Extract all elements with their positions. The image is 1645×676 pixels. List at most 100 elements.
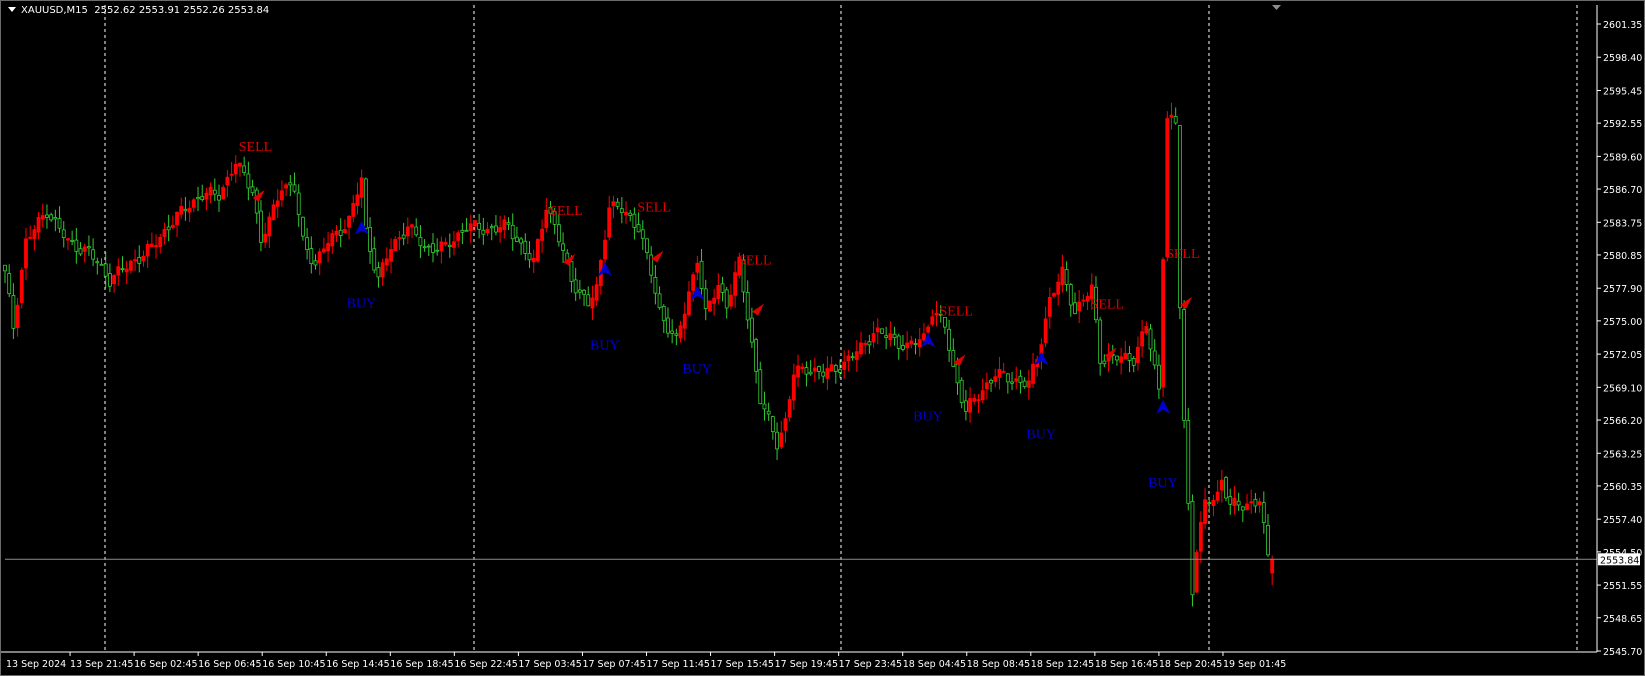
bear-candle xyxy=(573,279,578,294)
bear-candle xyxy=(515,236,519,243)
bull-candle xyxy=(154,245,158,248)
bear-candle xyxy=(296,192,301,216)
bear-candle xyxy=(510,224,515,240)
bull-candle xyxy=(1052,293,1056,297)
bull-candle xyxy=(191,199,196,208)
dropdown-triangle-icon[interactable] xyxy=(8,7,16,12)
bear-candle xyxy=(850,356,855,359)
bear-candle xyxy=(301,216,305,237)
bull-candle xyxy=(1077,301,1082,312)
price-tick-label: 2583.75 xyxy=(1603,218,1642,229)
bull-candle xyxy=(443,242,448,245)
buy-label: BUY xyxy=(1026,427,1056,442)
bear-candle xyxy=(817,366,821,372)
bull-candle xyxy=(922,333,926,341)
bear-candle xyxy=(99,263,104,266)
bull-candle xyxy=(1136,346,1140,363)
price-tick-label: 2595.45 xyxy=(1603,86,1642,97)
time-tick-label: 16 Sep 14:45 xyxy=(326,659,389,670)
price-tick-label: 2577.90 xyxy=(1603,284,1642,295)
bull-candle xyxy=(502,219,507,231)
bear-candle xyxy=(1073,302,1077,314)
bear-candle xyxy=(292,184,297,192)
bull-candle xyxy=(439,241,444,252)
bear-candle xyxy=(666,317,670,334)
bull-candle xyxy=(980,390,985,401)
bear-candle xyxy=(1236,500,1241,506)
chart-shift-marker-icon[interactable] xyxy=(1272,5,1281,10)
bear-candle xyxy=(645,238,649,253)
bear-candle xyxy=(838,369,842,373)
bear-candle xyxy=(523,240,528,254)
bear-candle xyxy=(363,178,368,229)
price-tick-label: 2572.05 xyxy=(1603,350,1642,361)
bear-candle xyxy=(896,335,901,349)
bear-candle xyxy=(582,289,586,295)
bull-candle xyxy=(791,374,796,401)
bear-candle xyxy=(1157,364,1161,390)
time-tick-label: 17 Sep 07:45 xyxy=(582,659,645,670)
bear-candle xyxy=(108,273,112,287)
bear-candle xyxy=(426,245,431,248)
bull-candle xyxy=(393,239,398,251)
bull-candle xyxy=(175,211,179,226)
bear-candle xyxy=(661,305,666,322)
price-tick-label: 2548.65 xyxy=(1603,614,1642,625)
time-tick-label: 17 Sep 23:45 xyxy=(839,659,902,670)
bull-candle xyxy=(149,243,154,247)
bear-candle xyxy=(556,224,561,243)
bull-candle xyxy=(1194,552,1199,593)
bull-candle xyxy=(1232,497,1237,506)
bull-candle xyxy=(1043,318,1048,343)
bull-candle xyxy=(930,316,935,325)
bear-candle xyxy=(867,341,872,346)
bear-candle xyxy=(963,400,968,412)
bull-candle xyxy=(124,268,129,273)
bull-candle xyxy=(1026,380,1031,388)
bull-candle xyxy=(187,207,192,213)
bull-candle xyxy=(229,173,234,176)
bear-candle xyxy=(569,261,574,282)
candles xyxy=(3,102,1275,607)
bear-candle xyxy=(53,217,58,220)
bull-candle xyxy=(162,228,167,237)
time-tick-label: 13 Sep 21:45 xyxy=(70,659,133,670)
bear-candle xyxy=(1228,496,1233,505)
price-tick-label: 2592.55 xyxy=(1603,119,1642,130)
sell-arrow-icon xyxy=(563,254,576,267)
bull-candle xyxy=(225,176,230,186)
bear-candle xyxy=(49,214,54,221)
bear-candle xyxy=(481,229,486,235)
bull-candle xyxy=(934,312,939,316)
bear-candle xyxy=(1240,506,1245,511)
bull-candle xyxy=(112,275,116,285)
bear-candle xyxy=(61,229,66,239)
bear-candle xyxy=(11,295,16,329)
price-chart[interactable]: SELL SELL SELL SELL SELL SELL SELL BUY BUY BUY BUY… xyxy=(0,0,1645,676)
bull-candle xyxy=(275,200,280,207)
bull-candle xyxy=(846,355,851,362)
bull-candle xyxy=(905,342,910,349)
bull-candle xyxy=(405,226,410,237)
time-tick-label: 13 Sep 2024 xyxy=(6,659,66,670)
bear-candle xyxy=(951,350,956,367)
bull-candle xyxy=(410,224,414,228)
bull-candle xyxy=(1047,296,1052,317)
bull-candle xyxy=(1031,363,1035,384)
sell-arrow-icon xyxy=(953,354,966,367)
bear-candle xyxy=(1207,502,1212,505)
bear-candle xyxy=(431,243,435,253)
bull-candle xyxy=(678,325,683,339)
bull-candle xyxy=(1144,326,1149,334)
bear-candle xyxy=(745,292,750,321)
bull-candle xyxy=(1211,500,1216,506)
bull-candle xyxy=(351,202,356,217)
bull-candle xyxy=(141,255,146,262)
bear-candle xyxy=(74,239,79,252)
bear-candle xyxy=(1010,381,1014,384)
bear-candle xyxy=(313,260,318,266)
bear-candle xyxy=(368,226,372,252)
bear-candle xyxy=(45,214,49,218)
bear-candle xyxy=(959,379,964,403)
bear-candle xyxy=(1224,477,1228,499)
